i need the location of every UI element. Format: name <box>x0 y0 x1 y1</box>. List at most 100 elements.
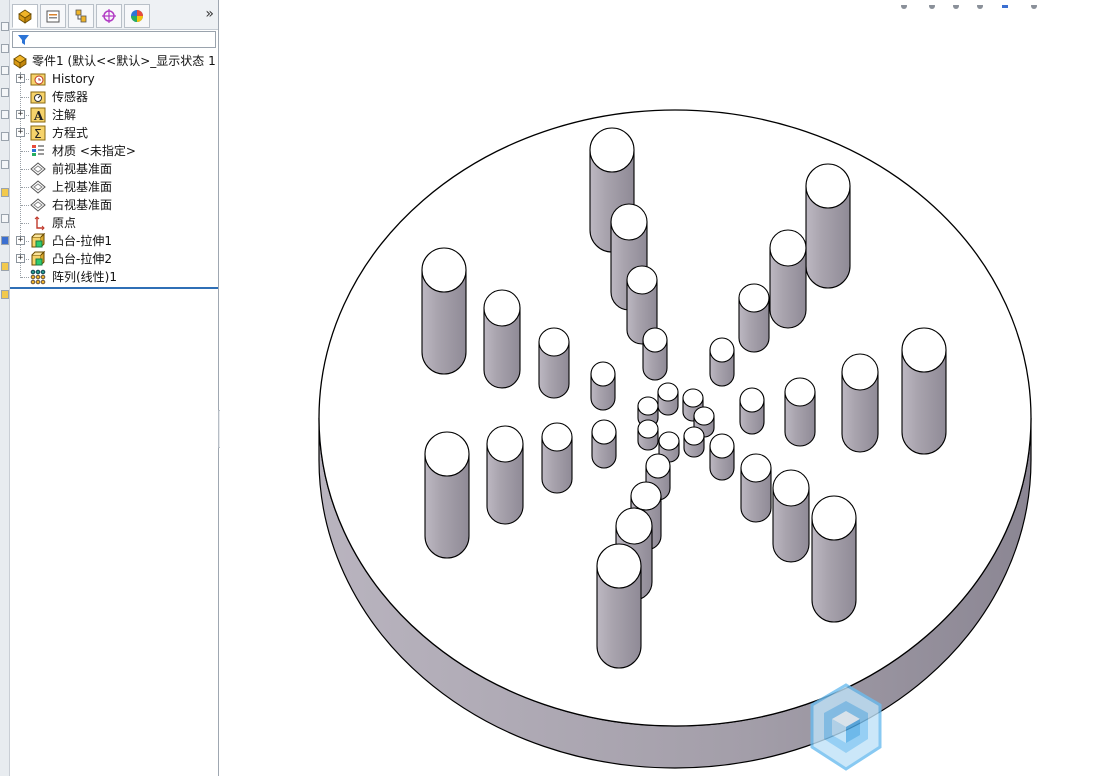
strip-tool-icon[interactable] <box>1 214 9 223</box>
cylinder-pin <box>486 425 524 525</box>
pin-top <box>486 425 524 463</box>
tree-guide-line <box>21 151 29 152</box>
linear-pattern-icon <box>30 269 46 285</box>
strip-tool-icon[interactable] <box>1 160 9 169</box>
filter-icon <box>18 35 29 45</box>
cylinder-pin <box>739 387 765 435</box>
tree-item-label: 凸台-拉伸1 <box>52 234 112 248</box>
tree-item-label: 注解 <box>52 108 77 122</box>
part-tree-icon <box>18 9 32 24</box>
tree-item-right-plane[interactable]: 右视基准面 <box>10 196 218 214</box>
expand-icon[interactable]: + <box>16 74 25 83</box>
expand-icon[interactable]: + <box>16 236 25 245</box>
sensor-icon <box>30 91 46 104</box>
pin-top <box>709 433 735 459</box>
strip-tool-icon[interactable] <box>1 188 9 197</box>
pin-top <box>421 247 467 293</box>
tree-item-boss-extrude-1[interactable]: + 凸台-拉伸1 <box>10 232 218 250</box>
pin-top <box>424 431 470 477</box>
rollback-bar[interactable] <box>10 287 218 289</box>
tree-item-label: 阵列(线性)1 <box>52 270 117 284</box>
pin-top <box>637 419 659 439</box>
pin-top <box>637 396 659 416</box>
strip-tool-icon[interactable] <box>1 88 9 97</box>
tree-item-linear-pattern-1[interactable]: 阵列(线性)1 <box>10 268 218 286</box>
pin-top <box>658 431 680 451</box>
tree-item-annotations[interactable]: + A 注解 <box>10 106 218 124</box>
pin-top <box>591 419 617 445</box>
tree-item-boss-extrude-2[interactable]: + 凸台-拉伸2 <box>10 250 218 268</box>
cylinder-pin <box>709 433 735 481</box>
plane-icon <box>30 162 46 176</box>
pin-top <box>709 337 735 363</box>
strip-tool-icon[interactable] <box>1 236 9 245</box>
tree-item-sensors[interactable]: 传感器 <box>10 88 218 106</box>
pin-top <box>738 283 770 313</box>
cylinder-pin <box>642 327 668 381</box>
strip-tool-icon[interactable] <box>1 110 9 119</box>
part-icon <box>13 54 27 69</box>
tree-guide-line <box>21 187 29 188</box>
expand-icon[interactable]: + <box>16 110 25 119</box>
strip-tool-icon[interactable] <box>1 66 9 75</box>
tree-item-material[interactable]: 材质 <未指定> <box>10 142 218 160</box>
graphics-viewport[interactable] <box>220 0 1094 776</box>
cylinder-pin <box>424 431 470 559</box>
expand-icon[interactable]: + <box>16 128 25 137</box>
feature-manager-tabs: » <box>10 0 218 30</box>
cylinder-pin <box>769 229 807 329</box>
pin-top <box>630 481 662 511</box>
cylinder-pin <box>811 495 857 623</box>
strip-tool-icon[interactable] <box>1 132 9 141</box>
tree-item-label: 方程式 <box>52 126 89 140</box>
tree-root-part[interactable]: 零件1 (默认<<默认>_显示状态 1 <box>10 52 218 70</box>
pin-top <box>693 406 715 426</box>
featuremanager-tab[interactable] <box>12 4 38 28</box>
cylinder-pin <box>772 469 810 563</box>
pin-top <box>589 127 635 173</box>
pin-top <box>901 327 947 373</box>
tree-guide-line <box>21 205 29 206</box>
strip-tool-icon[interactable] <box>1 22 9 31</box>
tree-item-history[interactable]: + History <box>10 70 218 88</box>
more-tabs-button[interactable]: » <box>205 6 214 22</box>
propertymanager-tab[interactable] <box>40 4 66 28</box>
pin-top <box>645 453 671 479</box>
display-manager-tab[interactable] <box>124 4 150 28</box>
pin-top <box>683 426 705 446</box>
pin-top <box>483 289 521 327</box>
part-model-view[interactable] <box>220 0 1094 776</box>
configuration-icon <box>75 9 87 23</box>
tree-item-label: 右视基准面 <box>52 198 113 212</box>
tree-item-origin[interactable]: 原点 <box>10 214 218 232</box>
configurationmanager-tab[interactable] <box>68 4 94 28</box>
annotation-icon: A <box>30 107 46 123</box>
pin-top <box>841 353 879 391</box>
pin-top <box>615 507 653 545</box>
tree-filter-input[interactable] <box>12 31 216 48</box>
tree-item-front-plane[interactable]: 前视基准面 <box>10 160 218 178</box>
cylinder-pin <box>740 453 772 523</box>
tree-item-top-plane[interactable]: 上视基准面 <box>10 178 218 196</box>
pin-top <box>657 382 679 402</box>
strip-tool-icon[interactable] <box>1 262 9 271</box>
pin-top <box>610 203 648 241</box>
cylinder-pin <box>538 327 570 399</box>
pin-top <box>538 327 570 357</box>
dimxpert-tab[interactable] <box>96 4 122 28</box>
cylinder-pin <box>841 353 879 453</box>
cylinder-pin <box>637 419 659 451</box>
pin-top <box>642 327 668 353</box>
cylinder-pin <box>421 247 467 375</box>
pin-top <box>784 377 816 407</box>
tree-guide-line <box>21 169 29 170</box>
tree-guide-line <box>21 277 29 278</box>
feature-manager-panel: » 零件1 (默认<<默认>_显示状态 1 + History 传感器 + A … <box>10 0 219 776</box>
cylinder-pin <box>738 283 770 353</box>
strip-tool-icon[interactable] <box>1 290 9 299</box>
tree-item-equations[interactable]: + Σ 方程式 <box>10 124 218 142</box>
expand-icon[interactable]: + <box>16 254 25 263</box>
cylinder-pin <box>683 426 705 458</box>
tree-item-label: History <box>52 72 95 86</box>
strip-tool-icon[interactable] <box>1 44 9 53</box>
